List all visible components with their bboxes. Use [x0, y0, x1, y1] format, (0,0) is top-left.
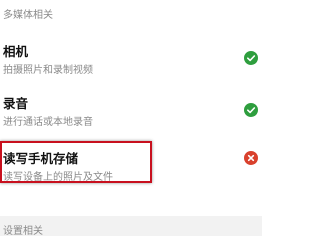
- permission-description: 读写设备上的照片及文件: [3, 172, 113, 183]
- permission-title: 相机: [3, 44, 29, 59]
- permission-item-camera[interactable]: 相机 拍摄照片和录制视频: [0, 41, 262, 93]
- cross-circle-icon[interactable]: [244, 151, 258, 165]
- section-header-media: 多媒体相关: [3, 10, 53, 21]
- permission-description: 拍摄照片和录制视频: [3, 65, 93, 76]
- permission-settings-page: 多媒体相关 相机 拍摄照片和录制视频 录音 进行通话或本地录音 读写手机存储 读…: [0, 0, 262, 240]
- permission-description: 进行通话或本地录音: [3, 117, 93, 128]
- check-circle-icon[interactable]: [244, 103, 258, 117]
- check-circle-icon[interactable]: [244, 51, 258, 65]
- permission-item-audio[interactable]: 录音 进行通话或本地录音: [0, 93, 262, 145]
- permission-title: 录音: [3, 96, 29, 111]
- permission-title: 读写手机存储: [3, 151, 79, 166]
- permission-item-storage[interactable]: 读写手机存储 读写设备上的照片及文件: [0, 148, 262, 200]
- section-header-settings: 设置相关: [0, 216, 262, 237]
